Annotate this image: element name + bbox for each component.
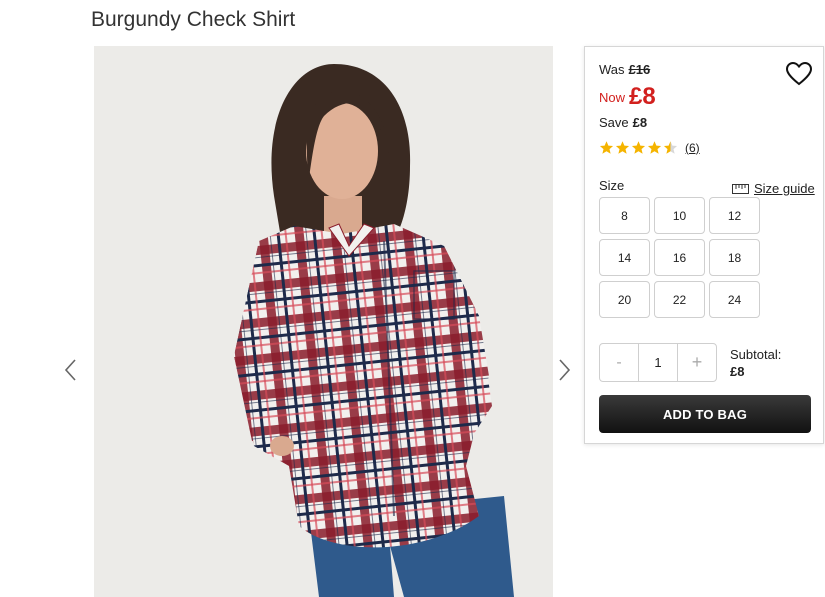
add-to-bag-button[interactable]: ADD TO BAG xyxy=(599,395,811,433)
star-icon xyxy=(615,141,630,154)
subtotal: Subtotal: £8 xyxy=(730,346,781,380)
size-option-16[interactable]: 16 xyxy=(654,239,705,276)
review-count-link[interactable]: (6) xyxy=(685,141,700,155)
size-options: 8 10 12 14 16 18 20 22 24 xyxy=(599,197,760,318)
decrease-quantity-button[interactable]: - xyxy=(600,344,639,381)
increase-quantity-button[interactable]: + xyxy=(678,344,716,381)
size-guide-link[interactable]: Size guide xyxy=(732,181,815,196)
star-rating: (6) xyxy=(599,140,700,155)
wishlist-button[interactable] xyxy=(785,61,813,87)
was-price-row: Was £16 xyxy=(599,62,650,77)
size-option-8[interactable]: 8 xyxy=(599,197,650,234)
product-image xyxy=(94,46,553,597)
now-label: Now xyxy=(599,90,626,105)
next-image-button[interactable] xyxy=(554,355,576,385)
subtotal-amount: £8 xyxy=(730,364,745,379)
save-label: Save xyxy=(599,115,629,130)
size-option-18[interactable]: 18 xyxy=(709,239,760,276)
star-icon xyxy=(599,141,614,154)
save-amount: £8 xyxy=(632,115,648,130)
was-label: Was xyxy=(599,62,625,77)
star-icon xyxy=(647,141,662,154)
prev-image-button[interactable] xyxy=(60,355,82,385)
original-price: £16 xyxy=(628,62,651,77)
quantity-value[interactable]: 1 xyxy=(639,344,678,381)
ruler-icon xyxy=(732,183,749,194)
size-option-14[interactable]: 14 xyxy=(599,239,650,276)
size-option-22[interactable]: 22 xyxy=(654,281,705,318)
quantity-stepper: - 1 + xyxy=(599,343,717,382)
heart-icon xyxy=(785,61,813,86)
chevron-right-icon xyxy=(559,359,571,381)
size-option-24[interactable]: 24 xyxy=(709,281,760,318)
size-option-12[interactable]: 12 xyxy=(709,197,760,234)
now-price-row: Now £8 xyxy=(599,83,656,111)
star-icon xyxy=(631,141,646,154)
sale-price: £8 xyxy=(629,83,656,110)
size-label: Size xyxy=(599,178,625,193)
save-row: Save £8 xyxy=(599,115,647,130)
chevron-left-icon xyxy=(64,359,76,381)
purchase-panel: Was £16 Now £8 Save £8 (6) Size Size guide … xyxy=(584,46,824,444)
half-star-icon xyxy=(663,141,678,154)
size-option-20[interactable]: 20 xyxy=(599,281,650,318)
subtotal-label: Subtotal: xyxy=(730,347,782,362)
size-option-10[interactable]: 10 xyxy=(654,197,705,234)
size-guide-label: Size guide xyxy=(754,181,815,196)
model-photo xyxy=(234,64,514,597)
product-title: Burgundy Check Shirt xyxy=(91,8,296,31)
